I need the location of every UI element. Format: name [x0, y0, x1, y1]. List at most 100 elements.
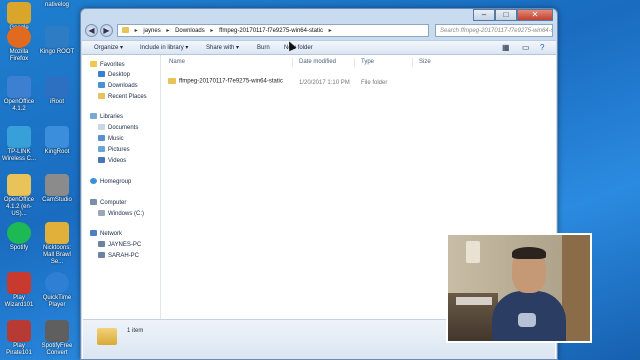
column-divider	[354, 58, 355, 67]
nav-sarah-pc[interactable]: SARAH-PC	[98, 252, 139, 261]
desktop-icon	[98, 71, 105, 78]
address-bar[interactable]: ▸ jaynes ▸ Downloads ▸ ffmpeg-20170117-f…	[117, 24, 429, 37]
column-header-name[interactable]: Name	[169, 59, 185, 65]
desktop-icon-wizard101[interactable]: Play Wizard101	[0, 272, 38, 309]
command-bar: Organize ▾ Include in library ▾ Share wi…	[82, 40, 556, 55]
quicktime-icon	[45, 272, 69, 294]
nav-homegroup[interactable]: Homegroup	[90, 178, 131, 187]
desktop-icon-pirate101[interactable]: Play Pirate101	[0, 320, 38, 357]
nav-computer[interactable]: Computer	[90, 199, 126, 208]
desktop-icon-kingroot[interactable]: KingRoot	[38, 126, 76, 156]
search-input[interactable]: Search ffmpeg-20170117-f7e9275-win64-sta…	[435, 24, 553, 37]
breadcrumb-downloads[interactable]: Downloads	[175, 28, 205, 34]
folder-icon	[7, 174, 31, 196]
desktop-icon-tplink[interactable]: TP-LINK Wireless C...	[0, 126, 38, 163]
nav-documents[interactable]: Documents	[98, 124, 138, 133]
file-type: File folder	[361, 80, 388, 86]
nav-windows-c[interactable]: Windows (C:)	[98, 210, 144, 219]
pictures-icon	[98, 146, 105, 153]
wizard101-icon	[7, 272, 31, 294]
desktop-icons: Google Chrome nativelog Mozilla Firefox …	[0, 0, 78, 360]
column-header-type[interactable]: Type	[361, 59, 374, 65]
music-icon	[98, 135, 105, 142]
chevron-right-icon: ▸	[328, 28, 332, 34]
videos-icon	[98, 157, 105, 164]
folder-icon	[122, 27, 129, 34]
openoffice-icon	[7, 76, 31, 98]
nav-recent-places[interactable]: Recent Places	[98, 93, 147, 102]
desktop-icon-nicktoons[interactable]: Nicktoons: Mall Brawl Se...	[38, 222, 76, 266]
pirate101-icon	[7, 320, 31, 342]
file-name: ffmpeg-20170117-f7e9275-win64-static	[179, 78, 283, 85]
file-row[interactable]: ffmpeg-20170117-f7e9275-win64-static	[168, 78, 283, 85]
forward-button[interactable]: ▶	[100, 24, 113, 37]
star-icon	[90, 61, 97, 68]
desktop-icon-openoffice[interactable]: OpenOffice 4.1.2	[0, 76, 38, 113]
desktop-icon-spotify[interactable]: Spotify	[0, 222, 38, 252]
breadcrumb-jaynes[interactable]: jaynes	[143, 28, 160, 34]
maximize-button[interactable]: □	[495, 9, 517, 21]
computer-icon	[98, 241, 105, 248]
chevron-right-icon: ▸	[166, 28, 170, 34]
chrome-icon	[7, 2, 31, 24]
close-button[interactable]: ✕	[517, 9, 553, 21]
minimize-button[interactable]: –	[473, 9, 495, 21]
view-options-icon[interactable]: ▦	[502, 41, 510, 55]
game-icon	[45, 222, 69, 244]
column-divider	[412, 58, 413, 67]
computer-icon	[90, 199, 97, 206]
desktop-icon-openoffice-folder[interactable]: OpenOffice 4.1.2 (en-US)...	[0, 174, 38, 218]
breadcrumb-ffmpeg[interactable]: ffmpeg-20170117-f7e9275-win64-static	[219, 28, 323, 34]
nav-music[interactable]: Music	[98, 135, 124, 144]
include-in-library-button[interactable]: Include in library ▾	[140, 41, 188, 55]
webcam-overlay	[446, 233, 592, 343]
organize-button[interactable]: Organize ▾	[94, 41, 123, 55]
recent-places-icon	[98, 93, 105, 100]
kingo-root-icon	[45, 26, 69, 48]
iroot-icon	[45, 76, 69, 98]
column-header-date[interactable]: Date modified	[299, 59, 336, 65]
camstudio-icon	[45, 174, 69, 196]
computer-icon	[98, 252, 105, 259]
folder-icon	[97, 328, 117, 345]
network-icon	[90, 230, 97, 237]
drive-icon	[98, 210, 105, 217]
spotify-convert-icon	[45, 320, 69, 342]
tplink-icon	[7, 126, 31, 148]
nav-videos[interactable]: Videos	[98, 157, 126, 166]
share-with-button[interactable]: Share with ▾	[206, 41, 239, 55]
file-date: 1/20/2017 1:10 PM	[299, 80, 350, 86]
desktop-icon-quicktime[interactable]: QuickTime Player	[38, 272, 76, 309]
firefox-icon	[7, 26, 31, 48]
item-count: 1 item	[127, 328, 144, 334]
nav-favorites[interactable]: Favorites	[90, 61, 125, 70]
desktop-icon-nativelog[interactable]: nativelog	[38, 2, 76, 9]
nav-jaynes-pc[interactable]: JAYNES-PC	[98, 241, 141, 250]
nav-network[interactable]: Network	[90, 230, 122, 239]
folder-icon	[168, 78, 176, 84]
column-divider	[292, 58, 293, 67]
column-header-size[interactable]: Size	[419, 59, 431, 65]
desktop-icon-spotify-convert[interactable]: SpotifyFree Convert	[38, 320, 76, 357]
kingroot-icon	[45, 126, 69, 148]
nav-pictures[interactable]: Pictures	[98, 146, 130, 155]
chevron-right-icon: ▸	[210, 28, 214, 34]
nav-downloads[interactable]: Downloads	[98, 82, 138, 91]
chevron-right-icon: ▸	[134, 28, 138, 34]
documents-icon	[98, 124, 105, 131]
nav-libraries[interactable]: Libraries	[90, 113, 123, 122]
desktop-icon-camstudio[interactable]: CamStudio	[38, 174, 76, 204]
nav-desktop[interactable]: Desktop	[98, 71, 130, 80]
burn-button[interactable]: Burn	[257, 41, 270, 55]
spotify-icon	[7, 222, 31, 244]
navigation-bar: ◀ ▶ ▸ jaynes ▸ Downloads ▸ ffmpeg-201701…	[85, 24, 553, 38]
preview-pane-icon[interactable]: ▭	[522, 41, 530, 55]
homegroup-icon	[90, 178, 97, 185]
desktop-icon-kingo[interactable]: Kingo ROOT	[38, 26, 76, 56]
back-button[interactable]: ◀	[85, 24, 98, 37]
navigation-pane: Favorites Desktop Downloads Recent Place…	[82, 55, 161, 321]
desktop-icon-iroot[interactable]: iRoot	[38, 76, 76, 106]
downloads-icon	[98, 82, 105, 89]
help-icon[interactable]: ?	[540, 41, 544, 55]
desktop-icon-firefox[interactable]: Mozilla Firefox	[0, 26, 38, 63]
